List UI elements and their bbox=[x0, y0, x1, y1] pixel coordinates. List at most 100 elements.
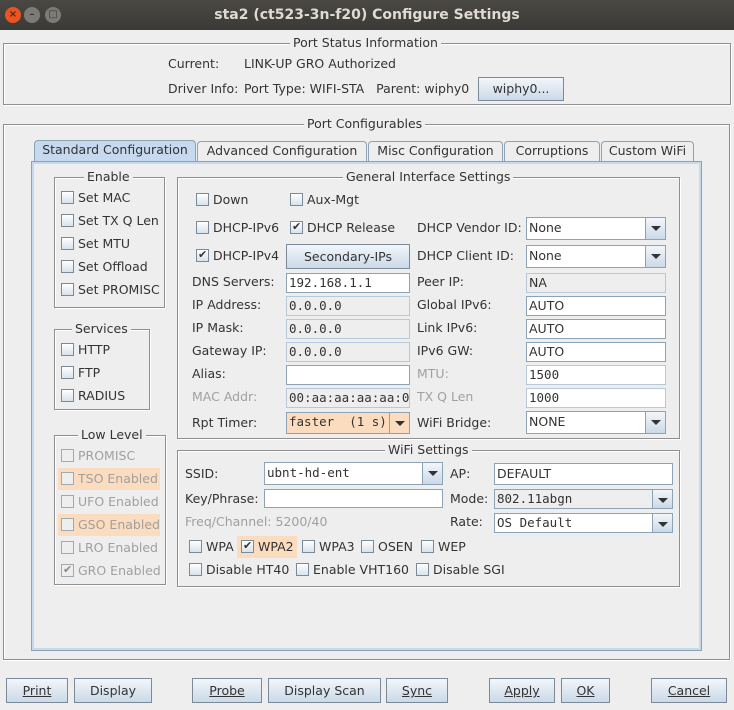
checkbox-icon[interactable] bbox=[61, 472, 74, 485]
checkbox-icon[interactable] bbox=[61, 449, 74, 462]
chevron-down-icon[interactable] bbox=[652, 490, 672, 508]
checkbox-icon[interactable] bbox=[290, 193, 303, 206]
tab-misc-configuration[interactable]: Misc Configuration bbox=[368, 141, 503, 161]
checkbox-icon[interactable] bbox=[61, 541, 74, 554]
ok-button[interactable]: OK bbox=[561, 678, 610, 703]
dhcp-release-checkbox[interactable]: DHCP Release bbox=[290, 219, 395, 236]
mtu-input[interactable]: 1500 bbox=[526, 365, 666, 385]
chevron-down-icon[interactable] bbox=[389, 413, 409, 433]
checkbox-icon[interactable] bbox=[61, 191, 74, 204]
maximize-icon[interactable]: □ bbox=[45, 7, 61, 23]
promisc-checkbox[interactable]: PROMISC bbox=[58, 448, 160, 464]
osen-checkbox[interactable]: OSEN bbox=[361, 539, 413, 555]
dns-servers-input[interactable]: 192.168.1.1 bbox=[286, 273, 410, 293]
dhcp-vendor-id-select[interactable]: None bbox=[526, 217, 666, 240]
disable-ht40-checkbox[interactable]: Disable HT40 bbox=[189, 562, 289, 578]
checkbox-icon[interactable] bbox=[421, 540, 434, 553]
mode-select[interactable]: 802.11abgn bbox=[494, 489, 673, 509]
enable-vht160-checkbox[interactable]: Enable VHT160 bbox=[296, 562, 409, 578]
mac-addr-input[interactable]: 00:aa:aa:aa:aa:02 bbox=[286, 388, 410, 408]
global-ipv6-input[interactable]: AUTO bbox=[526, 296, 666, 316]
checkbox-icon[interactable] bbox=[61, 214, 74, 227]
checkbox-icon[interactable] bbox=[196, 221, 209, 234]
lro-checkbox[interactable]: LRO Enabled bbox=[58, 540, 160, 556]
key-phrase-input[interactable] bbox=[264, 489, 443, 508]
display-scan-button[interactable]: Display Scan bbox=[268, 678, 381, 703]
tso-checkbox[interactable]: TSO Enabled bbox=[58, 468, 160, 490]
probe-button[interactable]: Probe bbox=[192, 678, 262, 703]
tab-standard-configuration[interactable]: Standard Configuration bbox=[34, 140, 196, 162]
checkbox-icon[interactable] bbox=[61, 283, 74, 296]
set-promisc-checkbox[interactable]: Set PROMISC bbox=[61, 282, 160, 298]
dhcp-ipv4-checkbox[interactable]: DHCP-IPv4 bbox=[196, 247, 279, 264]
chevron-down-icon[interactable] bbox=[645, 218, 665, 239]
chevron-down-icon[interactable] bbox=[645, 412, 665, 433]
checkbox-icon[interactable] bbox=[196, 247, 209, 263]
tab-corruptions[interactable]: Corruptions bbox=[504, 141, 600, 161]
aux-mgt-checkbox[interactable]: Aux-Mgt bbox=[290, 192, 359, 208]
chevron-down-icon[interactable] bbox=[645, 246, 665, 267]
disable-sgi-checkbox[interactable]: Disable SGI bbox=[416, 562, 505, 578]
checkbox-icon[interactable] bbox=[61, 562, 74, 578]
radius-checkbox[interactable]: RADIUS bbox=[61, 388, 125, 404]
checkbox-icon[interactable] bbox=[196, 193, 209, 206]
display-button[interactable]: Display bbox=[74, 678, 152, 703]
checkbox-icon[interactable] bbox=[61, 389, 74, 402]
rpt-timer-select[interactable]: faster (1 s) bbox=[286, 412, 410, 434]
ap-input[interactable]: DEFAULT bbox=[494, 463, 673, 485]
gro-checkbox[interactable]: GRO Enabled bbox=[58, 562, 161, 579]
link-ipv6-input[interactable]: AUTO bbox=[526, 319, 666, 339]
checkbox-icon[interactable] bbox=[61, 260, 74, 273]
set-txqlen-checkbox[interactable]: Set TX Q Len bbox=[61, 213, 159, 229]
ufo-checkbox[interactable]: UFO Enabled bbox=[58, 494, 160, 510]
checkbox-icon[interactable] bbox=[241, 538, 254, 554]
wifi-bridge-select[interactable]: NONE bbox=[526, 411, 666, 434]
print-button[interactable]: Print bbox=[6, 678, 68, 703]
checkbox-icon[interactable] bbox=[61, 366, 74, 379]
sync-button[interactable]: Sync bbox=[386, 678, 448, 703]
close-icon[interactable]: × bbox=[5, 7, 21, 23]
wep-checkbox[interactable]: WEP bbox=[421, 539, 466, 555]
ftp-checkbox[interactable]: FTP bbox=[61, 365, 100, 381]
checkbox-icon[interactable] bbox=[361, 540, 374, 553]
checkbox-icon[interactable] bbox=[290, 219, 303, 235]
set-offload-checkbox[interactable]: Set Offload bbox=[61, 259, 148, 275]
checkbox-icon[interactable] bbox=[302, 540, 315, 553]
cancel-button[interactable]: Cancel bbox=[651, 678, 727, 703]
peer-ip-input[interactable]: NA bbox=[526, 273, 666, 293]
dhcp-ipv6-checkbox[interactable]: DHCP-IPv6 bbox=[196, 220, 279, 236]
ipv6-gw-input[interactable]: AUTO bbox=[526, 342, 666, 362]
http-checkbox[interactable]: HTTP bbox=[61, 342, 110, 358]
checkbox-icon[interactable] bbox=[416, 563, 429, 576]
gso-checkbox[interactable]: GSO Enabled bbox=[58, 514, 160, 536]
rate-select[interactable]: OS Default bbox=[494, 513, 673, 533]
minimize-icon[interactable]: – bbox=[24, 7, 40, 23]
chevron-down-icon[interactable] bbox=[652, 514, 672, 532]
gateway-ip-input[interactable]: 0.0.0.0 bbox=[286, 342, 410, 362]
ip-mask-input[interactable]: 0.0.0.0 bbox=[286, 319, 410, 339]
wpa-checkbox[interactable]: WPA bbox=[189, 539, 234, 555]
tx-q-len-input[interactable]: 1000 bbox=[526, 388, 666, 408]
checkbox-icon[interactable] bbox=[189, 563, 202, 576]
down-checkbox[interactable]: Down bbox=[196, 192, 248, 208]
wpa2-checkbox[interactable]: WPA2 bbox=[237, 536, 297, 558]
tab-custom-wifi[interactable]: Custom WiFi bbox=[601, 141, 694, 161]
wpa3-checkbox[interactable]: WPA3 bbox=[302, 539, 355, 555]
alias-input[interactable] bbox=[286, 365, 410, 385]
checkbox-icon[interactable] bbox=[61, 343, 74, 356]
apply-button[interactable]: Apply bbox=[489, 678, 555, 703]
set-mac-checkbox[interactable]: Set MAC bbox=[61, 190, 130, 206]
checkbox-icon[interactable] bbox=[296, 563, 309, 576]
set-mtu-checkbox[interactable]: Set MTU bbox=[61, 236, 130, 252]
checkbox-icon[interactable] bbox=[61, 495, 74, 508]
tab-advanced-configuration[interactable]: Advanced Configuration bbox=[197, 141, 367, 161]
ip-address-input[interactable]: 0.0.0.0 bbox=[286, 296, 410, 316]
secondary-ips-button[interactable]: Secondary-IPs bbox=[286, 244, 410, 269]
checkbox-icon[interactable] bbox=[61, 518, 74, 531]
ssid-select[interactable]: ubnt-hd-ent bbox=[264, 462, 443, 485]
dhcp-client-id-select[interactable]: None bbox=[526, 245, 666, 268]
checkbox-icon[interactable] bbox=[61, 237, 74, 250]
wiphy-button[interactable]: wiphy0... bbox=[478, 77, 564, 101]
chevron-down-icon[interactable] bbox=[422, 463, 442, 484]
checkbox-icon[interactable] bbox=[189, 540, 202, 553]
